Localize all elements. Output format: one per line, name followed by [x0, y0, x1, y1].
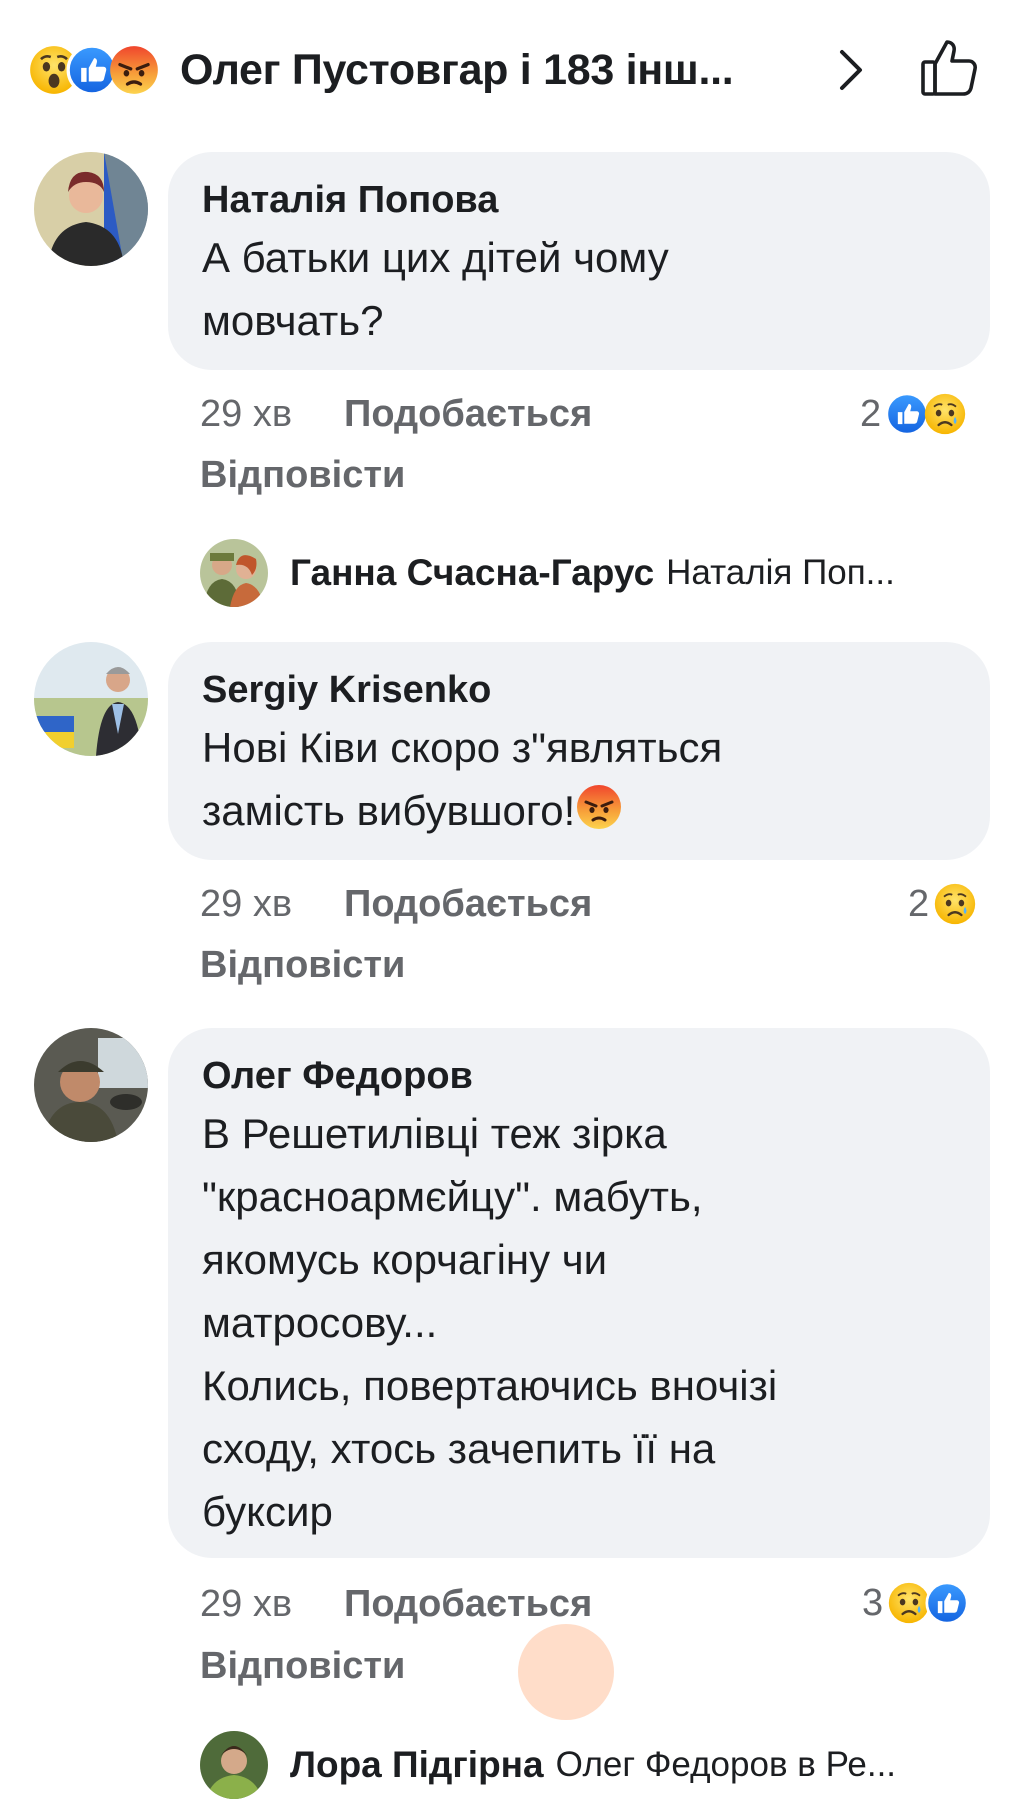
reply-preview-text: Олег Федоров в Ре... — [555, 1745, 897, 1784]
like-emoji-icon — [925, 1581, 969, 1625]
comment-actions: 29 хв Подобається — [200, 392, 592, 436]
like-action[interactable]: Подобається — [344, 1583, 592, 1625]
avatar-hanna-schasna-garus — [200, 539, 268, 607]
comment-text: Нові Ківи скоро з"являться замість вибувш… — [202, 716, 958, 842]
comment-actions: 29 хв Подобається — [200, 882, 592, 926]
comment-reaction-count[interactable]: 3 — [862, 1578, 969, 1628]
reaction-count: 2 — [860, 392, 882, 435]
reactions-header[interactable]: Олег Пустовгар і 183 інш... — [0, 0, 1024, 140]
reply-author[interactable]: Лора Підгірна — [290, 1744, 544, 1786]
reaction-count: 3 — [862, 1581, 884, 1624]
reply-action[interactable]: Відповісти — [200, 1644, 405, 1688]
sad-emoji-icon — [923, 392, 967, 436]
avatar-natalia-popova[interactable] — [34, 152, 148, 266]
reaction-summary[interactable] — [28, 44, 178, 96]
angry-emoji-icon — [108, 44, 160, 96]
avatar-sergiy-krisenko[interactable] — [34, 642, 148, 756]
avatar-oleg-fedorov[interactable] — [34, 1028, 148, 1142]
thumbs-up-outline-icon[interactable] — [918, 34, 982, 100]
reply-action[interactable]: Відповісти — [200, 943, 405, 987]
reactors-title[interactable]: Олег Пустовгар і 183 інш... — [180, 44, 734, 96]
comment-text-line: Нові Ківи скоро з"являться — [202, 724, 723, 771]
chevron-right-icon[interactable] — [836, 46, 868, 94]
comment-bubble[interactable]: Олег Федоров В Решетилівці теж зірка "кр… — [168, 1028, 990, 1558]
touch-indicator — [518, 1624, 614, 1720]
profile-photo — [34, 642, 148, 756]
profile-photo — [34, 1028, 148, 1142]
comment-time: 29 хв — [200, 883, 293, 925]
reply-action[interactable]: Відповісти — [200, 453, 405, 497]
reply-author[interactable]: Ганна Счасна-Гарус — [290, 552, 654, 594]
profile-photo — [200, 1731, 268, 1799]
reply-preview[interactable]: Ганна Счасна-Гарус Наталія Поп... — [200, 538, 895, 608]
reply-preview[interactable]: Лора Підгірна Олег Федоров в Ре... — [200, 1730, 896, 1800]
profile-photo — [34, 152, 148, 266]
comment-time: 29 хв — [200, 393, 293, 435]
like-action[interactable]: Подобається — [344, 393, 592, 435]
comment-actions: 29 хв Подобається — [200, 1582, 592, 1626]
comment-bubble[interactable]: Наталія Попова А батьки цих дітей чому м… — [168, 152, 990, 370]
angry-emoji-icon — [575, 783, 623, 831]
comment-reaction-count[interactable]: 2 — [908, 879, 977, 929]
comment-text: А батьки цих дітей чому мовчать? — [202, 234, 669, 344]
avatar-lora-pidhirna — [200, 1731, 268, 1799]
comment-bubble[interactable]: Sergiy Krisenko Нові Ківи скоро з"являть… — [168, 642, 990, 860]
comment-text: В Решетилівці теж зірка "красноармєйцу".… — [202, 1110, 778, 1535]
sad-emoji-icon — [933, 882, 977, 926]
comment-author[interactable]: Олег Федоров — [202, 1054, 958, 1098]
comment-reaction-count[interactable]: 2 — [860, 389, 967, 439]
comment-author[interactable]: Наталія Попова — [202, 178, 958, 222]
like-action[interactable]: Подобається — [344, 883, 592, 925]
reaction-count: 2 — [908, 882, 930, 925]
comment-text-line: замість вибувшого! — [202, 787, 576, 834]
comment-time: 29 хв — [200, 1583, 293, 1625]
reply-preview-text: Наталія Поп... — [666, 553, 895, 592]
profile-photo — [200, 539, 268, 607]
comment-author[interactable]: Sergiy Krisenko — [202, 668, 958, 712]
